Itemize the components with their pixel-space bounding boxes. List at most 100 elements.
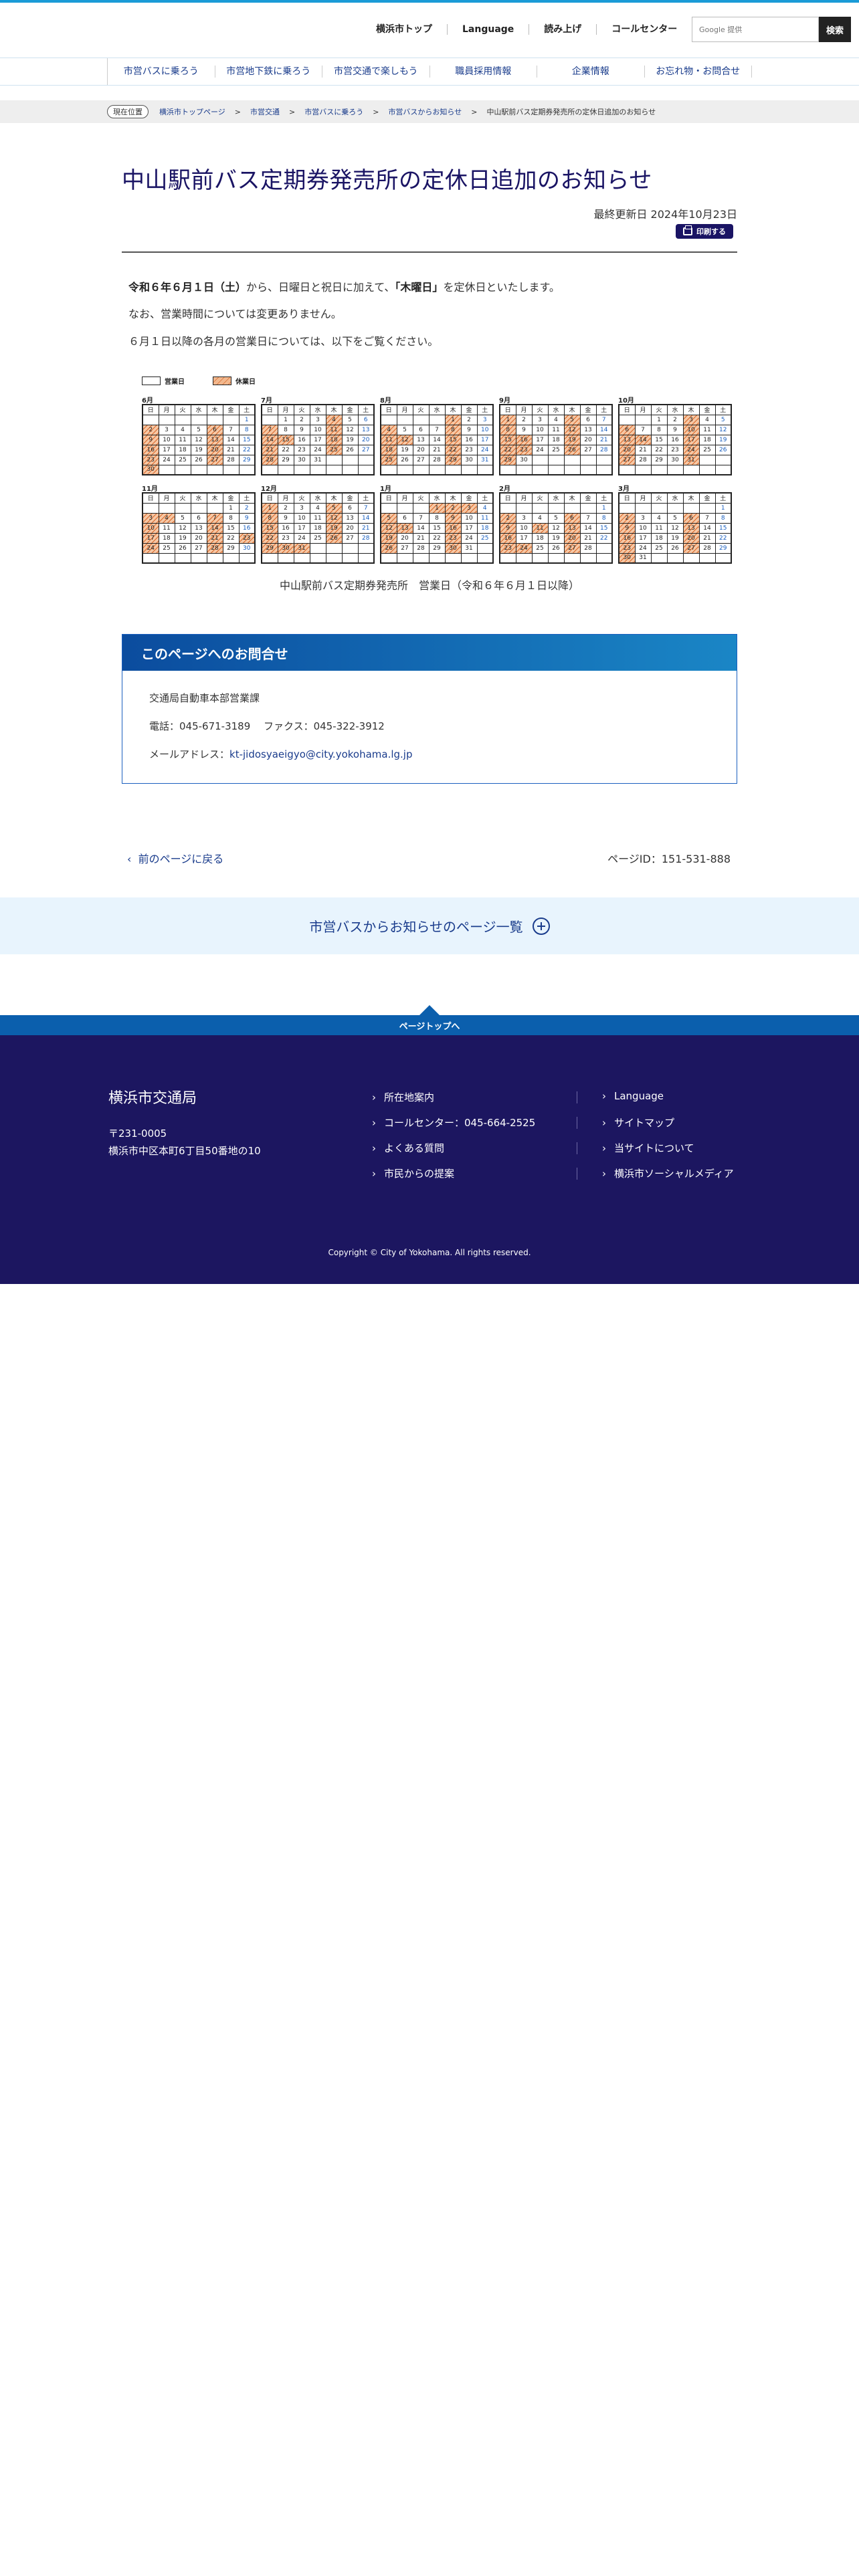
day-cell: 29 <box>650 454 668 465</box>
footer-link-language[interactable]: Language <box>602 1090 664 1102</box>
search-input[interactable] <box>692 17 818 41</box>
gnav-enjoy[interactable]: 市営交通で楽しもう <box>322 66 430 78</box>
page-list-toggle[interactable]: 市営バスからお知らせのページ一覧 <box>0 897 859 954</box>
day-cell: 13 <box>563 522 581 534</box>
day-cell: 8 <box>444 424 462 435</box>
day-cell <box>158 464 175 475</box>
day-cell: 8 <box>499 424 516 435</box>
weekday-header: 金 <box>579 492 597 504</box>
day-cell: 23 <box>142 454 159 465</box>
gnav-corporate[interactable]: 企業情報 <box>537 66 645 78</box>
day-cell: 25 <box>325 444 343 455</box>
month-calendar: 11月日月火水木金土 1 2 3 4 5 6 7 8 9 10 11 12 13 14 15 16 17 18 19 2… <box>142 483 256 564</box>
day-cell: 24 <box>460 532 478 544</box>
day-cell <box>579 464 597 475</box>
day-cell: 11 <box>476 512 494 524</box>
contact-email-link[interactable]: kt-jidosyaeigyo@city.yokohama.lg.jp <box>229 748 412 760</box>
footer-link-sitemap[interactable]: サイトマップ <box>602 1115 674 1130</box>
day-cell: 27 <box>579 444 597 455</box>
day-cell: 17 <box>142 532 159 544</box>
back-link[interactable]: ‹ 前のページに戻る <box>127 850 223 866</box>
day-cell: 11 <box>309 512 326 524</box>
day-cell: 27 <box>341 532 359 544</box>
day-cell: 13 <box>682 522 700 534</box>
day-cell: 31 <box>460 542 478 554</box>
month-label: 1月 <box>380 486 391 493</box>
day-cell <box>142 552 159 564</box>
day-cell: 18 <box>476 522 494 534</box>
footer-link-location[interactable]: 所在地案内 <box>372 1090 434 1104</box>
day-cell: 31 <box>634 552 652 564</box>
footer: 横浜市交通局 〒231-0005 横浜市中区本町6丁目50番地の10 所在地案内… <box>0 1035 859 1284</box>
day-cell <box>666 552 684 564</box>
link-read-aloud[interactable]: 読み上げ <box>529 24 596 35</box>
footer-link-proposals[interactable]: 市民からの提案 <box>372 1166 454 1180</box>
day-cell: 15 <box>650 434 668 445</box>
page-top-button[interactable]: ページトップへ <box>0 1015 859 1035</box>
day-cell: 8 <box>595 512 613 524</box>
weekday-header: 月 <box>515 492 533 504</box>
link-call-center[interactable]: コールセンター <box>596 24 692 35</box>
day-cell: 2 <box>515 414 533 425</box>
month-calendar: 9月日月火水木金土 1 2 3 4 5 6 7 8 9 10 11 12 13 14 15 16 17 18 19 20… <box>499 395 613 475</box>
day-cell: 19 <box>714 434 732 445</box>
day-cell <box>547 454 565 465</box>
day-cell: 17 <box>531 434 549 445</box>
day-cell <box>650 464 668 475</box>
day-cell: 9 <box>515 424 533 435</box>
day-cell <box>618 502 636 514</box>
print-button[interactable]: 印刷する <box>676 224 733 239</box>
footer-link-call-center[interactable]: コールセンター：045-664-2525 <box>372 1115 535 1130</box>
day-cell: 31 <box>309 454 326 465</box>
breadcrumb-item[interactable]: 市営バスに乗ろう <box>304 106 363 117</box>
day-cell: 15 <box>444 434 462 445</box>
day-cell: 20 <box>412 444 430 455</box>
gnav-recruit[interactable]: 職員採用情報 <box>430 66 537 78</box>
footer-link-social[interactable]: 横浜市ソーシャルメディア <box>602 1166 734 1180</box>
footer-link-about[interactable]: 当サイトについて <box>602 1141 694 1155</box>
day-cell <box>190 414 207 425</box>
day-cell: 9 <box>666 424 684 435</box>
day-cell: 4 <box>547 414 565 425</box>
day-cell: 15 <box>222 522 240 534</box>
gnav-subway[interactable]: 市営地下鉄に乗ろう <box>215 66 322 78</box>
thursday-emphasis: 「木曜日」 <box>395 281 444 294</box>
day-cell: 20 <box>618 444 636 455</box>
legend-open-swatch <box>142 377 161 385</box>
day-cell: 16 <box>293 434 310 445</box>
weekday-header: 木 <box>206 492 223 504</box>
gnav-lost-found[interactable]: お忘れ物・お問合せ <box>645 66 752 78</box>
day-cell: 7 <box>261 424 278 435</box>
day-cell: 25 <box>547 444 565 455</box>
day-cell: 21 <box>595 434 613 445</box>
day-cell: 24 <box>142 542 159 554</box>
link-yokohama-top[interactable]: 横浜市トップ <box>361 24 447 35</box>
day-cell: 13 <box>579 424 597 435</box>
breadcrumb-item[interactable]: 市営バスからお知らせ <box>388 106 462 117</box>
search-button[interactable]: 検索 <box>819 17 851 42</box>
day-cell <box>238 552 256 564</box>
day-cell: 26 <box>547 542 565 554</box>
day-cell <box>325 454 343 465</box>
link-language[interactable]: Language <box>447 24 529 35</box>
day-cell: 15 <box>261 522 278 534</box>
day-cell: 14 <box>698 522 716 534</box>
day-cell: 30 <box>618 552 636 564</box>
day-cell: 5 <box>547 512 565 524</box>
footer-link-faq[interactable]: よくある質問 <box>372 1141 444 1155</box>
day-cell: 24 <box>309 444 326 455</box>
day-cell: 26 <box>714 444 732 455</box>
day-cell: 3 <box>634 512 652 524</box>
day-cell: 8 <box>714 512 732 524</box>
day-cell: 28 <box>595 444 613 455</box>
day-cell: 21 <box>698 532 716 544</box>
breadcrumb-item[interactable]: 横浜市トップページ <box>159 106 225 117</box>
weekday-header: 日 <box>380 492 397 504</box>
day-cell: 5 <box>563 414 581 425</box>
day-cell <box>396 414 413 425</box>
breadcrumb-item[interactable]: 市営交通 <box>250 106 280 117</box>
weekday-header: 土 <box>238 492 256 504</box>
weekday-header: 月 <box>277 404 294 415</box>
gnav-bus[interactable]: 市営バスに乗ろう <box>108 66 215 78</box>
day-cell: 1 <box>428 502 446 514</box>
